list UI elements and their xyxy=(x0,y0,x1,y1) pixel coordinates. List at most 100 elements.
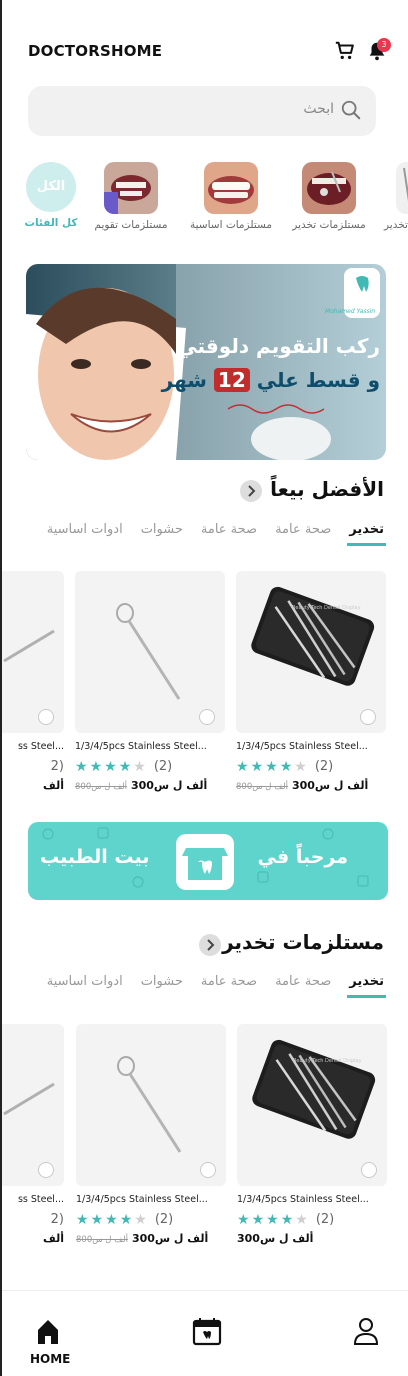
rating-count: (2) xyxy=(153,759,173,774)
product-prices: ألف xyxy=(2,779,64,792)
rating-count: (2) xyxy=(315,1212,335,1227)
app-screen: DOCTORSHOME 3 ابحث الكل كل الفئات مستلزم… xyxy=(0,0,408,1376)
promo-line1: ركب التقويم دلوقتي xyxy=(177,334,380,358)
category-label: مستلزمات تقويم xyxy=(94,219,168,231)
profile-icon[interactable] xyxy=(352,1316,380,1346)
product-rating: 2) xyxy=(2,759,64,774)
product-card[interactable]: ss Steel... 2) ألف xyxy=(2,1024,64,1245)
favorite-heart-icon[interactable] xyxy=(360,709,376,725)
product-prices: 800ألف ل س 300ألف ل س xyxy=(76,1232,226,1245)
star-icon: ★ xyxy=(118,758,132,775)
star-icon: ★ xyxy=(236,758,249,775)
promo-banner[interactable]: ركب التقويم دلوقتي و قسط علي 12 شهر Moha… xyxy=(26,264,386,460)
search-input[interactable]: ابحث xyxy=(303,101,334,117)
product-name: 1/3/4/5pcs Stainless Steel... xyxy=(76,1194,208,1205)
promo-line2-a: و قسط علي xyxy=(256,368,380,392)
nav-home-label[interactable]: HOME xyxy=(30,1352,70,1366)
tab-general-health-2[interactable]: صحة عامة xyxy=(199,970,259,998)
product-name: ss Steel... xyxy=(17,1194,64,1205)
rating-count: (2) xyxy=(314,759,334,774)
star-icon: ★ xyxy=(76,1211,89,1228)
star-icon: ★ xyxy=(75,758,88,775)
app-logo: DOCTORSHOME xyxy=(28,42,163,60)
product-name: ss Steel... xyxy=(17,741,64,752)
category-item[interactable]: مستلزمات تقويم xyxy=(86,162,176,231)
star-icon: ★ xyxy=(279,758,293,775)
tab-basic-tools[interactable]: ادوات اساسية xyxy=(45,518,125,546)
favorite-heart-icon[interactable] xyxy=(38,709,54,725)
favorite-heart-icon[interactable] xyxy=(200,1162,216,1178)
product-rating: ★ ★ ★ ★ ★ (2) xyxy=(237,1212,387,1227)
cart-icon[interactable] xyxy=(334,40,356,62)
star-icon: ★ xyxy=(105,1211,118,1228)
product-name: 1/3/4/5pcs Stainless Steel... xyxy=(75,741,207,752)
product-card[interactable]: ss Steel... 2) ألف xyxy=(2,571,64,792)
tab-general-health-2[interactable]: صحة عامة xyxy=(199,518,259,546)
promo-line2: و قسط علي 12 شهر xyxy=(162,368,380,392)
promo-line2-b: شهر xyxy=(161,368,207,392)
section-title-anesthesia: مستلزمات تخدير xyxy=(222,930,384,954)
product-box-text: Beauty Tech Dental Display xyxy=(292,605,361,611)
price: 300ألف ل س xyxy=(131,1232,209,1245)
star-icon: ★ xyxy=(90,1211,104,1228)
tab-anesthesia[interactable]: تخدير xyxy=(347,518,386,546)
product-rating: ★ ★ ★ ★ ★ (2) xyxy=(75,759,225,774)
star-icon: ★ xyxy=(280,1211,294,1228)
section1-tabs: تخدير صحة عامة صحة عامة حشوات ادوات اساس… xyxy=(45,518,386,548)
product-image xyxy=(2,571,64,733)
category-label: مستلزمات اساسية xyxy=(190,219,272,231)
product-card[interactable]: 1/3/4/5pcs Stainless Steel... ★ ★ ★ ★ ★ (2) … xyxy=(76,1024,226,1245)
product-rating: ★ ★ ★ ★ ★ (2) xyxy=(76,1212,226,1227)
category-item[interactable]: مستلزمات اساسية xyxy=(186,162,276,231)
category-item[interactable]: تخدير xyxy=(366,162,408,231)
rating-count: 2) xyxy=(50,1212,64,1227)
star-icon: ★ xyxy=(89,758,103,775)
price: 300ألف ل س xyxy=(237,1232,314,1245)
notification-badge: 3 xyxy=(377,38,391,52)
product-prices: 800ألف ل س 300ألف ل س xyxy=(75,779,225,792)
category-image xyxy=(104,162,158,214)
chevron-right-icon xyxy=(207,939,215,951)
star-icon: ★ xyxy=(104,758,117,775)
tab-basic-tools[interactable]: ادوات اساسية xyxy=(45,970,125,998)
product-image: Beauty Tech Dental Display xyxy=(236,571,386,733)
product-rating: ★ ★ ★ ★ ★ (2) xyxy=(236,759,386,774)
section-arrow-button[interactable] xyxy=(240,480,262,502)
rating-count: (2) xyxy=(154,1212,174,1227)
section-title-bestsellers: الأفضل بيعاً xyxy=(270,477,384,501)
tab-general-health[interactable]: صحة عامة xyxy=(273,970,333,998)
favorite-heart-icon[interactable] xyxy=(361,1162,377,1178)
calendar-icon[interactable] xyxy=(192,1316,222,1346)
star-icon: ★ xyxy=(266,1211,279,1228)
old-price: 800ألف ل س xyxy=(236,782,288,792)
favorite-heart-icon[interactable] xyxy=(199,709,215,725)
tab-fillings[interactable]: حشوات xyxy=(139,518,185,546)
category-all-circle: الكل xyxy=(26,162,76,212)
section-arrow-button[interactable] xyxy=(199,934,221,956)
category-all[interactable]: الكل كل الفئات xyxy=(6,162,96,229)
tab-general-health[interactable]: صحة عامة xyxy=(273,518,333,546)
clinic-store-icon xyxy=(176,834,234,890)
product-image: Beauty Tech Dental Display xyxy=(237,1024,387,1186)
home-icon[interactable] xyxy=(36,1318,60,1346)
price: 300ألف ل س xyxy=(291,779,369,792)
welcome-banner[interactable]: مرحباً في بيت الطبيب xyxy=(28,822,388,900)
product-card[interactable]: Beauty Tech Dental Display 1/3/4/5pcs St… xyxy=(236,571,386,792)
product-card[interactable]: Beauty Tech Dental Display 1/3/4/5pcs St… xyxy=(237,1024,387,1245)
product-card[interactable]: 1/3/4/5pcs Stainless Steel... ★ ★ ★ ★ ★ (2) … xyxy=(75,571,225,792)
chevron-right-icon xyxy=(248,485,256,497)
search-bar[interactable]: ابحث xyxy=(28,86,376,136)
tab-anesthesia[interactable]: تخدير xyxy=(347,970,386,998)
product-image xyxy=(76,1024,226,1186)
welcome-text: مرحباً في xyxy=(257,846,348,868)
product-image xyxy=(2,1024,64,1186)
product-prices: 300ألف ل س xyxy=(237,1232,387,1245)
favorite-heart-icon[interactable] xyxy=(38,1162,54,1178)
star-icon: ★ xyxy=(265,758,278,775)
star-icon: ★ xyxy=(294,758,307,775)
tab-fillings[interactable]: حشوات xyxy=(139,970,185,998)
product-name: 1/3/4/5pcs Stainless Steel... xyxy=(236,741,368,752)
star-icon: ★ xyxy=(251,1211,265,1228)
category-item[interactable]: مستلزمات تخدير xyxy=(284,162,374,231)
product-name: 1/3/4/5pcs Stainless Steel... xyxy=(237,1194,369,1205)
